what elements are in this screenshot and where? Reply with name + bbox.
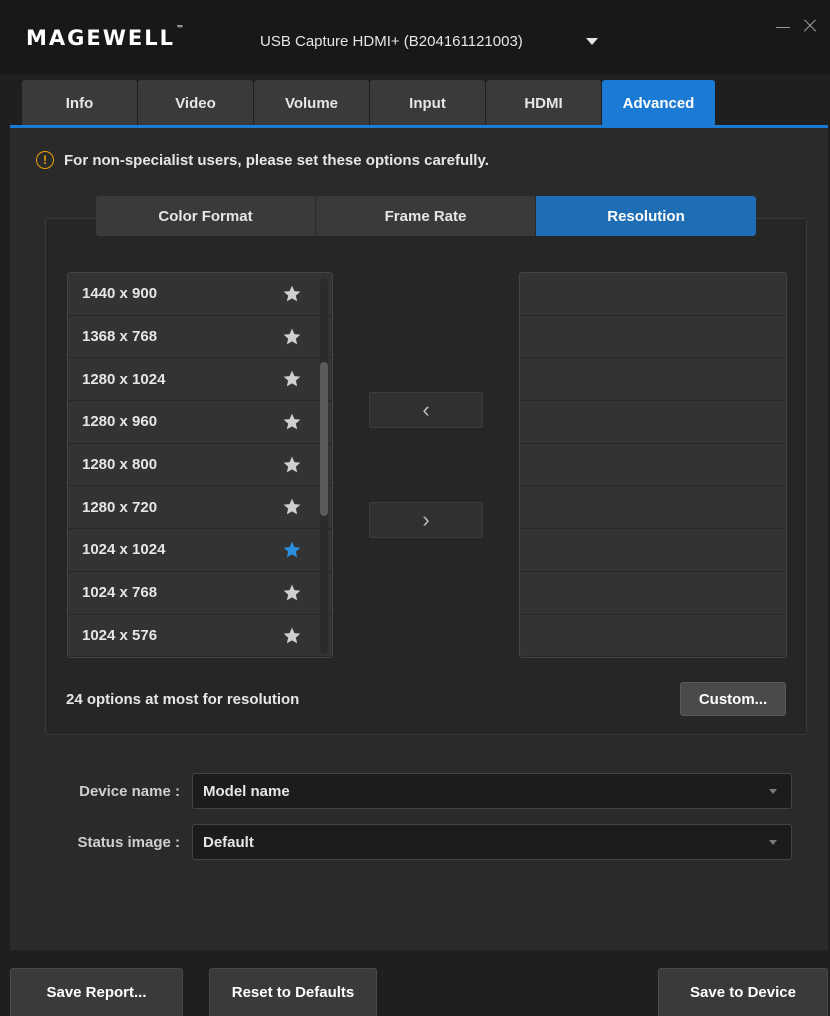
magewell-logo: MAGEWELL™ bbox=[26, 24, 185, 50]
warning-banner: ! For non-specialist users, please set t… bbox=[36, 150, 489, 170]
resolution-label: 1024 x 768 bbox=[82, 584, 158, 602]
list-item[interactable]: 1280 x 1024 bbox=[68, 358, 332, 402]
resolution-label: 1024 x 1024 bbox=[82, 541, 166, 559]
tab-advanced[interactable]: Advanced bbox=[602, 80, 715, 126]
status-image-value: Default bbox=[203, 833, 254, 851]
minimize-icon[interactable] bbox=[776, 20, 792, 34]
list-item[interactable] bbox=[520, 615, 786, 657]
tab-info[interactable]: Info bbox=[22, 80, 137, 126]
subtab-resolution[interactable]: Resolution bbox=[536, 196, 756, 236]
star-icon[interactable] bbox=[282, 497, 302, 517]
status-image-label: Status image : bbox=[77, 834, 180, 851]
star-icon[interactable] bbox=[282, 412, 302, 432]
list-item[interactable] bbox=[520, 316, 786, 359]
resolution-limit-text: 24 options at most for resolution bbox=[66, 691, 300, 708]
list-item[interactable]: 1280 x 960 bbox=[68, 401, 332, 444]
star-active-icon[interactable] bbox=[282, 540, 302, 560]
title-bar: MAGEWELL™ USB Capture HDMI+ (B2041611210… bbox=[0, 0, 830, 74]
list-item[interactable]: 1440 x 900 bbox=[68, 273, 332, 316]
list-item[interactable] bbox=[520, 358, 786, 402]
save-report-button[interactable]: Save Report... bbox=[10, 968, 183, 1016]
list-item[interactable]: 1280 x 800 bbox=[68, 444, 332, 487]
tab-hdmi[interactable]: HDMI bbox=[486, 80, 601, 126]
save-device-button[interactable]: Save to Device bbox=[658, 968, 828, 1016]
list-item[interactable]: 1024 x 768 bbox=[68, 572, 332, 615]
star-icon[interactable] bbox=[282, 327, 302, 347]
move-left-button[interactable]: ‹ bbox=[369, 392, 483, 428]
scroll-thumb[interactable] bbox=[320, 362, 328, 516]
close-icon[interactable] bbox=[800, 16, 820, 36]
resolution-label: 1024 x 576 bbox=[82, 626, 158, 644]
subtab-frame-rate[interactable]: Frame Rate bbox=[316, 196, 536, 236]
tab-video[interactable]: Video bbox=[138, 80, 253, 126]
star-icon[interactable] bbox=[282, 455, 302, 475]
star-icon[interactable] bbox=[282, 583, 302, 603]
device-name-label: Device name : bbox=[79, 783, 180, 800]
list-item[interactable] bbox=[520, 529, 786, 572]
device-name-select[interactable]: Model name bbox=[192, 773, 792, 809]
resolution-label: 1440 x 900 bbox=[82, 285, 158, 303]
logo-text: MAGEWELL bbox=[26, 26, 176, 50]
selected-resolution-list[interactable] bbox=[519, 272, 787, 658]
list-item[interactable] bbox=[520, 273, 786, 316]
chevron-down-icon bbox=[769, 840, 777, 845]
resolution-list-scrollbar[interactable] bbox=[320, 278, 328, 654]
tab-volume[interactable]: Volume bbox=[254, 80, 369, 126]
list-item[interactable]: 1024 x 1024 bbox=[68, 529, 332, 572]
list-item[interactable]: 1024 x 576 bbox=[68, 615, 332, 657]
exclamation-circle-icon: ! bbox=[36, 151, 54, 169]
subtab-color-format[interactable]: Color Format bbox=[96, 196, 316, 236]
device-dropdown-icon[interactable] bbox=[586, 38, 598, 45]
main-tabs: Info Video Volume Input HDMI Advanced bbox=[22, 80, 716, 126]
logo-trademark: ™ bbox=[176, 24, 185, 33]
resolution-label: 1368 x 768 bbox=[82, 328, 158, 346]
star-icon[interactable] bbox=[282, 284, 302, 304]
list-item[interactable] bbox=[520, 401, 786, 444]
status-image-select[interactable]: Default bbox=[192, 824, 792, 860]
star-icon[interactable] bbox=[282, 626, 302, 646]
resolution-label: 1280 x 720 bbox=[82, 498, 158, 516]
custom-button[interactable]: Custom... bbox=[680, 682, 786, 716]
list-item[interactable]: 1368 x 768 bbox=[68, 316, 332, 359]
move-right-button[interactable]: › bbox=[369, 502, 483, 538]
star-icon[interactable] bbox=[282, 369, 302, 389]
resolution-label: 1280 x 800 bbox=[82, 456, 158, 474]
resolution-label: 1280 x 960 bbox=[82, 413, 158, 431]
device-title[interactable]: USB Capture HDMI+ (B204161121003) bbox=[260, 33, 523, 50]
reset-defaults-button[interactable]: Reset to Defaults bbox=[209, 968, 377, 1016]
warning-text: For non-specialist users, please set the… bbox=[64, 151, 489, 169]
resolution-label: 1280 x 1024 bbox=[82, 370, 166, 388]
resolution-list[interactable]: 1440 x 900 1368 x 768 1280 x 1024 1280 x… bbox=[67, 272, 333, 658]
list-item[interactable] bbox=[520, 486, 786, 530]
device-name-value: Model name bbox=[203, 782, 290, 800]
list-item[interactable] bbox=[520, 572, 786, 615]
list-item[interactable]: 1280 x 720 bbox=[68, 486, 332, 530]
tab-input[interactable]: Input bbox=[370, 80, 485, 126]
list-item[interactable] bbox=[520, 444, 786, 487]
sub-tabs: Color Format Frame Rate Resolution bbox=[96, 196, 756, 236]
chevron-down-icon bbox=[769, 789, 777, 794]
